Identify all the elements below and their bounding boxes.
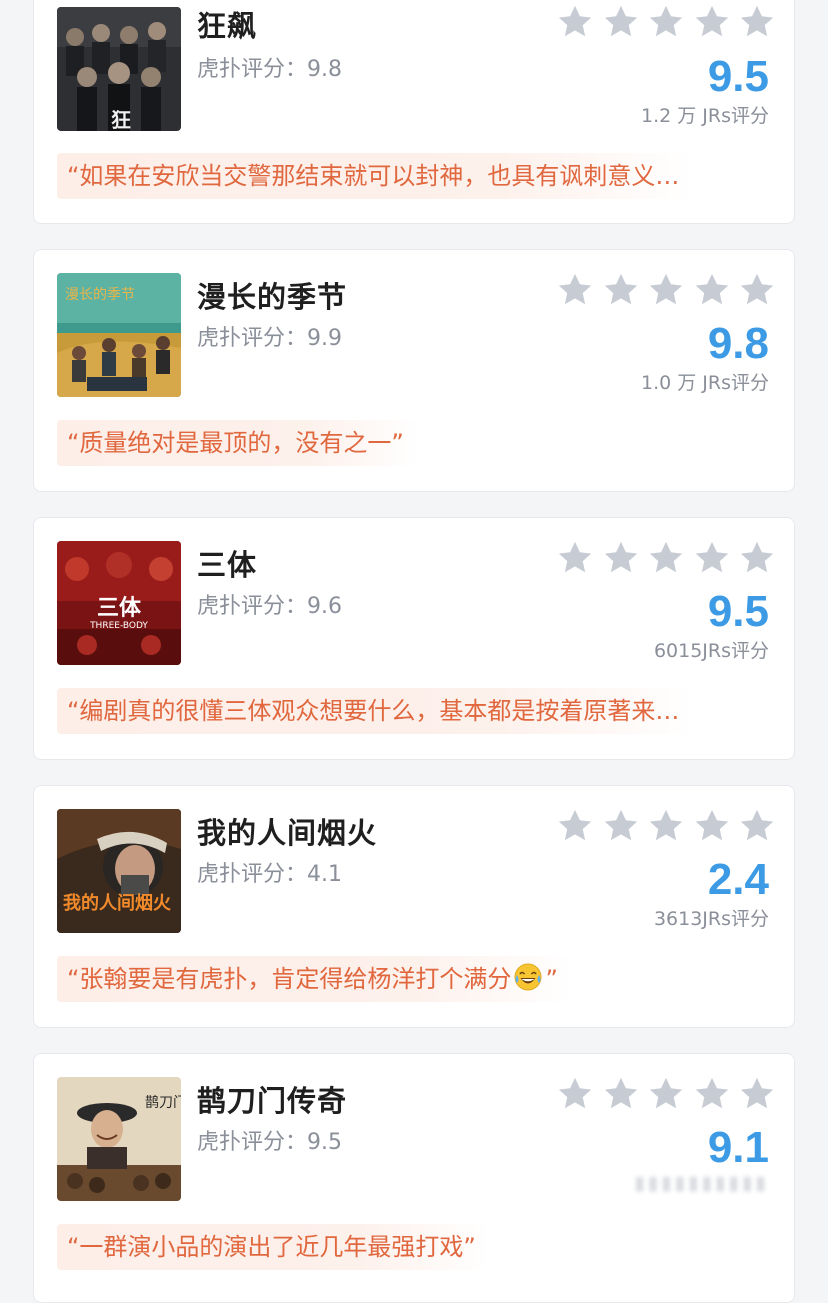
- star-rating[interactable]: [556, 271, 776, 311]
- poster-art: 狂: [57, 7, 181, 131]
- star-icon[interactable]: [738, 539, 776, 577]
- star-icon[interactable]: [738, 807, 776, 845]
- poster-caption: 三体: [97, 596, 142, 621]
- show-card-5[interactable]: 鹊刀门传奇 鹊刀门传奇 虎扑评分：9.5 9.1 ▮▮▮▮▮▮▮▮▮▮ “一群演…: [33, 1053, 795, 1303]
- poster-caption: 漫长的季节: [65, 287, 135, 303]
- hupu-rating-value: 9.8: [307, 57, 343, 82]
- show-card-1[interactable]: 狂 狂飙 虎扑评分：9.8 9.5 1.2 万 JRs评分 “如果在安欣当交警那…: [33, 0, 795, 224]
- poster-image[interactable]: 狂: [57, 7, 181, 131]
- featured-comment[interactable]: “如果在安欣当交警那结束就可以封神，也具有讽刺意义…: [57, 153, 694, 199]
- star-rating[interactable]: [556, 539, 776, 579]
- poster-art: 漫长的季节: [57, 273, 181, 397]
- jrs-rating-count: 1.2 万 JRs评分: [641, 105, 769, 127]
- star-icon[interactable]: [556, 3, 594, 41]
- star-rating[interactable]: [556, 3, 776, 43]
- jrs-score: 9.5: [707, 587, 769, 636]
- star-rating[interactable]: [556, 807, 776, 847]
- poster-caption: 狂: [111, 108, 131, 131]
- jrs-rating-count: 3613JRs评分: [653, 908, 769, 930]
- star-icon[interactable]: [556, 1075, 594, 1113]
- jrs-score: 9.1: [707, 1123, 769, 1172]
- show-title[interactable]: 漫长的季节: [197, 274, 347, 316]
- star-icon[interactable]: [738, 271, 776, 309]
- poster-image[interactable]: 三体 THREE-BODY: [57, 541, 181, 665]
- featured-comment[interactable]: “编剧真的很懂三体观众想要什么，基本都是按着原著来…: [57, 688, 694, 734]
- show-card-4[interactable]: 我的人间烟火 我的人间烟火 虎扑评分：4.1 2.4 3613JRs评分 “张翰…: [33, 785, 795, 1028]
- star-icon[interactable]: [556, 539, 594, 577]
- poster-image[interactable]: 鹊刀门传奇: [57, 1077, 181, 1201]
- star-icon[interactable]: [602, 271, 640, 309]
- featured-comment[interactable]: “张翰要是有虎扑，肯定得给杨洋打个满分 ”: [57, 956, 572, 1002]
- jrs-rating-count: 1.0 万 JRs评分: [641, 372, 769, 394]
- star-icon[interactable]: [647, 539, 685, 577]
- poster-image[interactable]: 漫长的季节: [57, 273, 181, 397]
- star-icon[interactable]: [602, 807, 640, 845]
- hupu-rating-label: 虎扑评分：: [197, 57, 308, 82]
- poster-image[interactable]: 我的人间烟火: [57, 809, 181, 933]
- hupu-rating: 虎扑评分：4.1: [197, 856, 342, 888]
- poster-subcaption: THREE-BODY: [89, 621, 148, 631]
- featured-comment[interactable]: “一群演小品的演出了近几年最强打戏”: [57, 1224, 490, 1270]
- star-icon[interactable]: [647, 271, 685, 309]
- poster-caption: 鹊刀门传奇: [145, 1094, 181, 1111]
- star-rating[interactable]: [556, 1075, 776, 1115]
- jrs-score: 2.4: [707, 855, 769, 904]
- jrs-score: 9.5: [707, 52, 769, 101]
- hupu-rating-value: 4.1: [307, 862, 343, 887]
- hupu-rating-value: 9.9: [307, 326, 343, 351]
- star-icon[interactable]: [602, 1075, 640, 1113]
- hupu-rating: 虎扑评分：9.8: [197, 51, 342, 83]
- hupu-rating: 虎扑评分：9.5: [197, 1124, 342, 1156]
- hupu-rating: 虎扑评分：9.9: [197, 320, 342, 352]
- show-title[interactable]: 我的人间烟火: [197, 810, 377, 852]
- tears-of-joy-emoji-icon: [513, 961, 543, 991]
- jrs-rating-count: 6015JRs评分: [653, 640, 769, 662]
- show-title[interactable]: 狂飙: [197, 3, 257, 45]
- hupu-rating-value: 9.6: [307, 594, 343, 619]
- star-icon[interactable]: [693, 271, 731, 309]
- hupu-rating-label: 虎扑评分：: [197, 326, 308, 351]
- show-title[interactable]: 三体: [197, 542, 257, 584]
- show-card-3[interactable]: 三体 THREE-BODY 三体 虎扑评分：9.6 9.5 6015JRs评分 …: [33, 517, 795, 760]
- poster-caption: 我的人间烟火: [63, 892, 172, 914]
- poster-art: 鹊刀门传奇: [57, 1077, 181, 1201]
- star-icon[interactable]: [556, 807, 594, 845]
- star-icon[interactable]: [738, 3, 776, 41]
- star-icon[interactable]: [647, 1075, 685, 1113]
- star-icon[interactable]: [738, 1075, 776, 1113]
- star-icon[interactable]: [556, 271, 594, 309]
- poster-art: 三体 THREE-BODY: [57, 541, 181, 665]
- hupu-rating-label: 虎扑评分：: [197, 1130, 308, 1155]
- star-icon[interactable]: [693, 3, 731, 41]
- show-title[interactable]: 鹊刀门传奇: [197, 1078, 347, 1120]
- jrs-score: 9.8: [707, 319, 769, 368]
- poster-art: 我的人间烟火: [57, 809, 181, 933]
- star-icon[interactable]: [602, 3, 640, 41]
- star-icon[interactable]: [602, 539, 640, 577]
- star-icon[interactable]: [693, 807, 731, 845]
- hupu-rating-label: 虎扑评分：: [197, 594, 308, 619]
- star-icon[interactable]: [693, 1075, 731, 1113]
- featured-comment-tail: ”: [545, 965, 558, 993]
- star-icon[interactable]: [647, 807, 685, 845]
- featured-comment-text: “张翰要是有虎扑，肯定得给杨洋打个满分: [67, 965, 512, 993]
- star-icon[interactable]: [693, 539, 731, 577]
- hupu-rating-value: 9.5: [307, 1130, 343, 1155]
- hupu-rating-label: 虎扑评分：: [197, 862, 308, 887]
- featured-comment[interactable]: “质量绝对是最顶的，没有之一”: [57, 420, 418, 466]
- jrs-rating-count-obscured: ▮▮▮▮▮▮▮▮▮▮: [634, 1172, 769, 1194]
- hupu-rating: 虎扑评分：9.6: [197, 588, 342, 620]
- show-card-2[interactable]: 漫长的季节 漫长的季节 虎扑评分：9.9 9.8 1.0 万 JRs评分 “质量…: [33, 249, 795, 492]
- star-icon[interactable]: [647, 3, 685, 41]
